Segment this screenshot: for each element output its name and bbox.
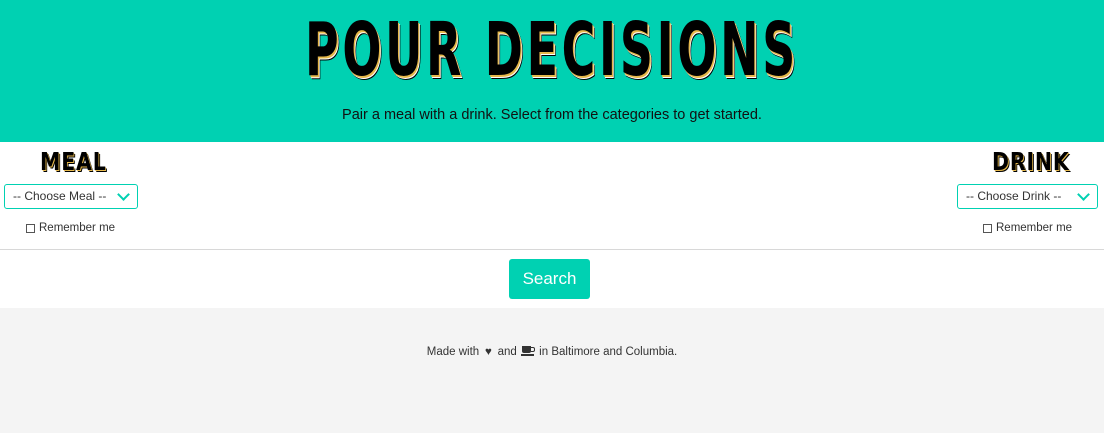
drink-remember[interactable]: Remember me xyxy=(983,222,1072,234)
meal-remember-checkbox[interactable] xyxy=(26,223,35,233)
meal-select-value: -- Choose Meal -- xyxy=(13,189,107,203)
meal-heading: MEAL xyxy=(40,147,107,176)
drink-remember-checkbox[interactable] xyxy=(983,223,992,233)
selection-panel: MEAL -- Choose Meal -- Remember me DRINK… xyxy=(0,142,1104,250)
heart-icon: ♥ xyxy=(484,346,492,358)
chevron-down-icon xyxy=(117,188,130,201)
coffee-icon xyxy=(520,346,535,356)
footer-made-with: Made with xyxy=(426,346,480,358)
meal-remember-label: Remember me xyxy=(39,222,116,234)
hero-banner: POUR DECISIONS Pair a meal with a drink.… xyxy=(0,0,1104,142)
search-button[interactable]: Search xyxy=(509,259,590,299)
drink-heading: DRINK xyxy=(992,147,1070,176)
footer-location: in Baltimore and Columbia. xyxy=(539,346,678,358)
meal-remember[interactable]: Remember me xyxy=(26,222,115,234)
drink-select[interactable]: -- Choose Drink -- xyxy=(957,184,1098,209)
drink-select-value: -- Choose Drink -- xyxy=(966,189,1062,203)
chevron-down-icon xyxy=(1077,188,1090,201)
drink-remember-label: Remember me xyxy=(996,222,1073,234)
site-logo: POUR DECISIONS xyxy=(304,7,799,93)
footer: Made with ♥ and in Baltimore and Columbi… xyxy=(0,346,1104,358)
meal-select[interactable]: -- Choose Meal -- xyxy=(4,184,138,209)
search-section: Search xyxy=(0,250,1104,308)
footer-and: and xyxy=(497,346,517,358)
tagline: Pair a meal with a drink. Select from th… xyxy=(342,107,762,123)
